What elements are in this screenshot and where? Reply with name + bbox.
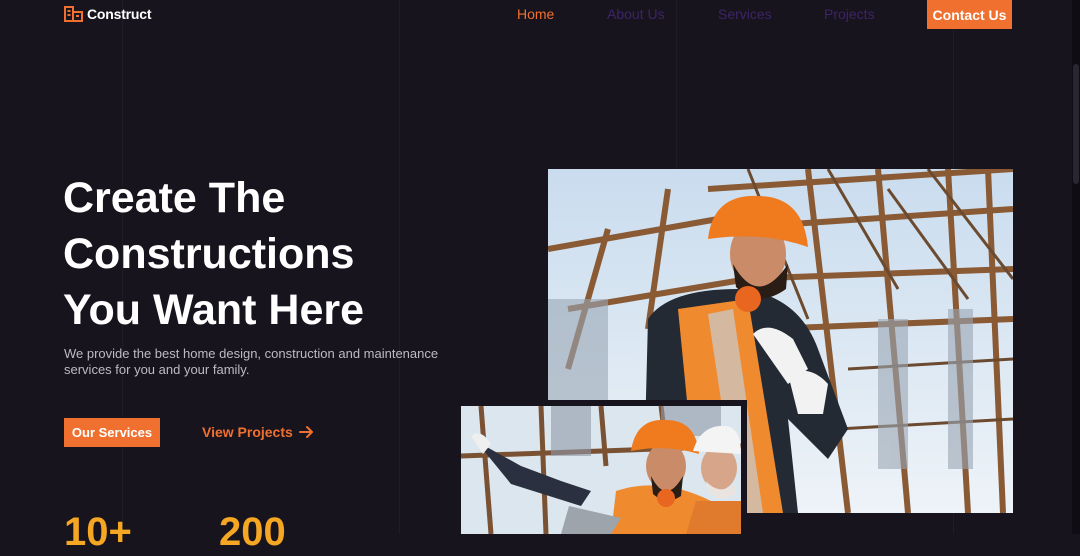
nav-projects[interactable]: Projects bbox=[824, 6, 875, 22]
hero-title-line-3: You Want Here bbox=[63, 286, 365, 334]
contact-button[interactable]: Contact Us bbox=[927, 0, 1012, 29]
nav-about[interactable]: About Us bbox=[607, 6, 665, 22]
hero-title: Create The Constructions You Want Here bbox=[63, 170, 483, 338]
arrow-right-icon bbox=[298, 426, 313, 438]
building-icon bbox=[64, 6, 83, 22]
view-projects-link[interactable]: View Projects bbox=[202, 424, 314, 440]
hero-secondary-image bbox=[461, 406, 741, 534]
hero-description: We provide the best home design, constru… bbox=[64, 346, 439, 377]
hero-title-line-2: Constructions bbox=[63, 230, 355, 278]
hero-title-line-1: Create The bbox=[63, 174, 286, 222]
logo[interactable]: Construct bbox=[64, 5, 152, 22]
stat-projects: 200 bbox=[219, 510, 286, 554]
logo-text: Construct bbox=[87, 5, 152, 22]
view-projects-label: View Projects bbox=[202, 424, 293, 440]
nav-services[interactable]: Services bbox=[718, 6, 772, 22]
scrollbar-thumb[interactable] bbox=[1073, 64, 1079, 184]
stat-years: 10+ bbox=[64, 510, 132, 554]
nav-home[interactable]: Home bbox=[517, 6, 554, 22]
our-services-button[interactable]: Our Services bbox=[64, 418, 160, 447]
workers-photo bbox=[461, 406, 741, 534]
